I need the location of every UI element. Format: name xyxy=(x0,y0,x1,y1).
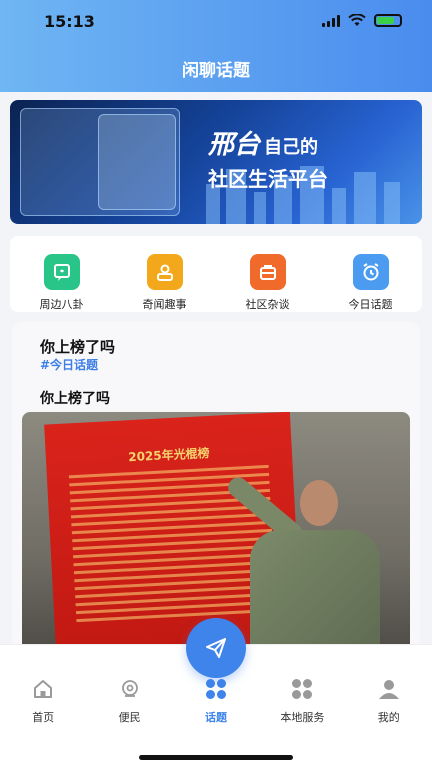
gossip-icon xyxy=(43,254,80,290)
status-bar: 15:13 xyxy=(0,0,432,44)
page-title: 闲聊话题 xyxy=(182,61,250,81)
person-figure xyxy=(224,470,380,652)
status-icons xyxy=(322,14,402,27)
tab-label-home: 首页 xyxy=(32,711,55,724)
post-title[interactable]: 你上榜了吗 xyxy=(40,336,115,357)
quick-item-odd-news[interactable]: 奇闻趣事 xyxy=(120,236,210,312)
tab-home[interactable]: 首页 xyxy=(0,677,86,725)
home-indicator xyxy=(139,755,293,760)
profile-icon xyxy=(377,677,401,701)
paper-plane-icon xyxy=(206,638,226,658)
tab-label-topics: 话题 xyxy=(204,711,227,724)
briefcase-icon xyxy=(249,254,286,290)
banner-brand: 邢台 xyxy=(208,130,261,160)
banner-line1-suffix: 自己的 xyxy=(264,137,319,158)
banner-line1: 邢台 自己的 xyxy=(208,124,328,161)
quick-item-community-chat[interactable]: 社区杂谈 xyxy=(223,236,313,312)
publish-fab-button[interactable] xyxy=(186,618,246,678)
quick-nav: 周边八卦 奇闻趣事 社区杂谈 今日话题 xyxy=(10,236,422,312)
post-image[interactable]: 2025年光棍榜 xyxy=(22,412,410,652)
service-icon xyxy=(118,677,142,701)
banner-glass-panel-2 xyxy=(98,114,176,210)
wifi-icon xyxy=(348,14,366,26)
tab-profile[interactable]: 我的 xyxy=(346,677,432,725)
quick-label-odd-news: 奇闻趣事 xyxy=(142,298,187,311)
status-time: 15:13 xyxy=(44,12,95,31)
banner-line2: 社区生活平台 xyxy=(208,167,328,191)
tab-service[interactable]: 便民 xyxy=(87,677,173,725)
local-service-icon xyxy=(290,677,314,701)
cellular-signal-icon xyxy=(322,14,340,27)
topics-icon xyxy=(204,677,228,701)
banner-text: 邢台 自己的 社区生活平台 xyxy=(208,124,328,192)
quick-label-today-topic: 今日话题 xyxy=(348,298,393,311)
post-topic-tag[interactable]: #今日话题 xyxy=(40,356,98,373)
promo-banner[interactable]: 邢台 自己的 社区生活平台 xyxy=(10,100,422,224)
quick-item-gossip[interactable]: 周边八卦 xyxy=(17,236,107,312)
tab-label-local-service: 本地服务 xyxy=(280,711,325,724)
quick-label-gossip: 周边八卦 xyxy=(39,298,84,311)
tab-label-service: 便民 xyxy=(118,711,141,724)
app-header: 15:13 闲聊话题 xyxy=(0,0,432,92)
home-icon xyxy=(31,677,55,701)
person-news-icon xyxy=(146,254,183,290)
post-card[interactable]: 你上榜了吗 #今日话题 你上榜了吗 2025年光棍榜 xyxy=(12,322,420,652)
tab-topics[interactable]: 话题 xyxy=(173,677,259,725)
quick-label-community-chat: 社区杂谈 xyxy=(245,298,290,311)
quick-item-today-topic[interactable]: 今日话题 xyxy=(326,236,416,312)
clock-icon xyxy=(352,254,389,290)
battery-icon xyxy=(374,14,402,27)
post-subtitle: 你上榜了吗 xyxy=(40,391,110,407)
tab-local-service[interactable]: 本地服务 xyxy=(259,677,345,725)
tab-label-profile: 我的 xyxy=(377,711,400,724)
